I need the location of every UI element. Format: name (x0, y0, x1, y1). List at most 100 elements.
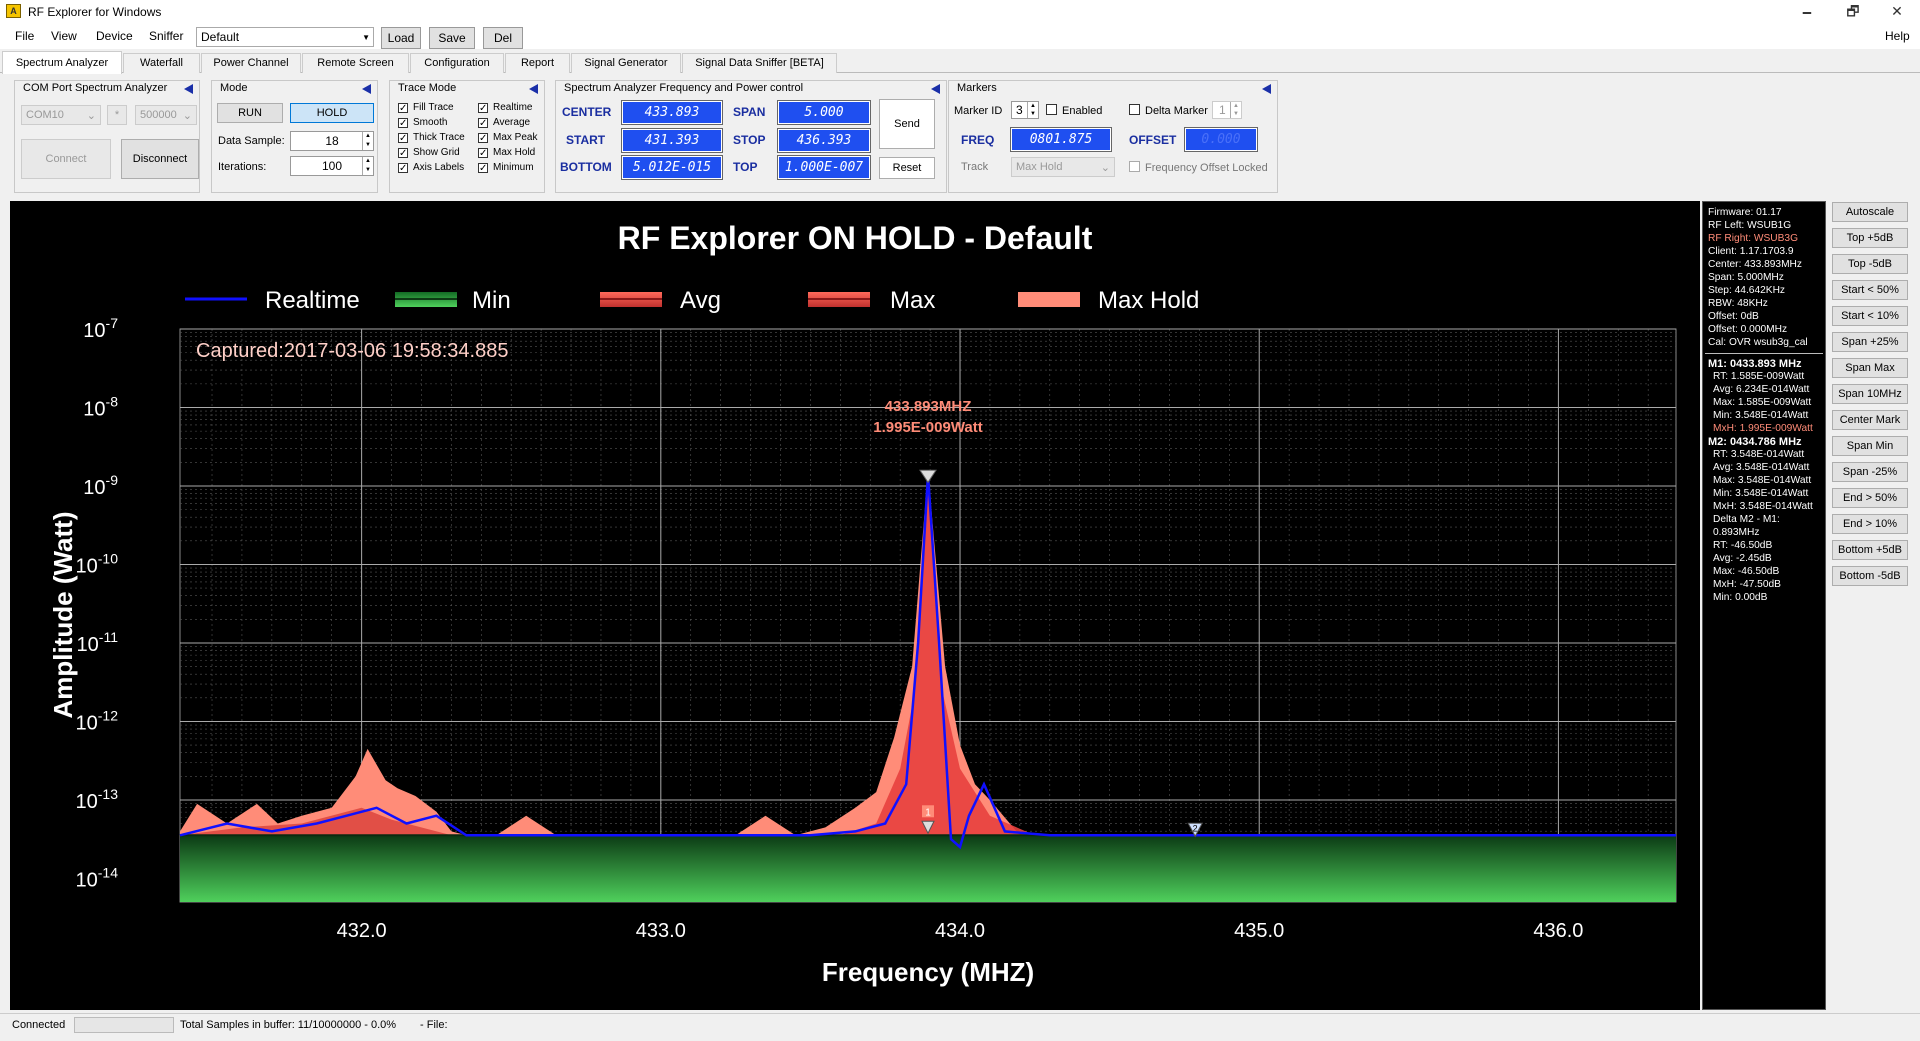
delta-marker-checkbox[interactable] (1129, 104, 1140, 115)
start-label: START (566, 133, 606, 147)
tab-configuration[interactable]: Configuration (410, 53, 504, 73)
trace-option-checkbox[interactable]: ✓ (478, 118, 488, 129)
trace-option-checkbox[interactable]: ✓ (398, 103, 408, 114)
spinner-down-icon[interactable]: ▼ (362, 166, 373, 175)
trace-option-checkbox[interactable]: ✓ (398, 163, 408, 174)
top-field[interactable]: 1.000E-007 (777, 155, 871, 180)
trace-option-checkbox[interactable]: ✓ (478, 133, 488, 144)
spinner-down-icon[interactable]: ▼ (1230, 110, 1241, 118)
start-field[interactable]: 431.393 (621, 128, 723, 153)
tab-report[interactable]: Report (505, 53, 570, 73)
chart-button-top-5db[interactable]: Top +5dB (1832, 228, 1908, 248)
marker-id-field[interactable]: 3 ▲ ▼ (1011, 101, 1039, 119)
delete-button[interactable]: Del (483, 27, 523, 49)
load-button[interactable]: Load (381, 27, 421, 49)
device-info-panel: Firmware: 01.17 RF Left: WSUB1G RF Right: … (1702, 201, 1826, 1010)
spinner-down-icon[interactable]: ▼ (1027, 110, 1038, 118)
marker-info-line: M1: 0433.893 MHz (1708, 358, 1802, 370)
marker-offset-field[interactable]: 0.000 (1184, 127, 1258, 152)
menu-device[interactable]: Device (96, 29, 133, 43)
connect-button[interactable]: Connect (21, 139, 111, 179)
info-line: Cal: OVR wsub3g_cal (1708, 337, 1808, 348)
legend-label: Max Hold (1098, 287, 1199, 314)
legend-swatch-max-hold (1018, 292, 1080, 307)
data-sample-field[interactable]: 18 ▲ ▼ (290, 131, 374, 151)
stop-field[interactable]: 436.393 (777, 128, 871, 153)
refresh-port-button[interactable]: * (107, 105, 127, 125)
center-field[interactable]: 433.893 (621, 100, 723, 125)
chart-button-center-mark[interactable]: Center Mark (1832, 410, 1908, 430)
spinner-up-icon[interactable]: ▲ (1230, 102, 1241, 110)
chart-button-autoscale[interactable]: Autoscale (1832, 202, 1908, 222)
trace-option-checkbox[interactable]: ✓ (478, 163, 488, 174)
collapse-icon[interactable] (184, 84, 193, 94)
tab-power-channel[interactable]: Power Channel (201, 53, 301, 73)
menu-help[interactable]: Help (1885, 29, 1910, 43)
reset-button[interactable]: Reset (879, 157, 935, 179)
collapse-icon[interactable] (362, 84, 371, 94)
save-button[interactable]: Save (429, 27, 475, 49)
close-icon[interactable]: ✕ (1874, 0, 1920, 24)
chart-button-start-50-[interactable]: Start < 50% (1832, 280, 1908, 300)
chevron-down-icon: ⌄ (182, 110, 192, 122)
chart-button-span-25-[interactable]: Span +25% (1832, 332, 1908, 352)
collapse-icon[interactable] (529, 84, 538, 94)
chart-button-bottom-5db[interactable]: Bottom +5dB (1832, 540, 1908, 560)
menu-view[interactable]: View (51, 29, 77, 43)
tab-waterfall[interactable]: Waterfall (123, 53, 200, 73)
trace-option-label: Smooth (413, 117, 448, 128)
spinner-up-icon[interactable]: ▲ (1027, 102, 1038, 110)
run-button[interactable]: RUN (217, 103, 283, 123)
chart-button-bottom-5db[interactable]: Bottom -5dB (1832, 566, 1908, 586)
chart-button-span-10mhz[interactable]: Span 10MHz (1832, 384, 1908, 404)
trace-option-checkbox[interactable]: ✓ (398, 148, 408, 159)
span-field[interactable]: 5.000 (777, 100, 871, 125)
delta-marker-field[interactable]: 1 ▲ ▼ (1212, 101, 1242, 119)
trace-option-checkbox[interactable]: ✓ (398, 118, 408, 129)
chart-button-top-5db[interactable]: Top -5dB (1832, 254, 1908, 274)
hold-button[interactable]: HOLD (290, 103, 374, 123)
trace-option-checkbox[interactable]: ✓ (478, 103, 488, 114)
enabled-checkbox[interactable] (1046, 104, 1057, 115)
com-port-select[interactable]: COM10 ⌄ (21, 105, 101, 125)
offset-locked-checkbox[interactable] (1129, 161, 1140, 172)
chart-button-end-50-[interactable]: End > 50% (1832, 488, 1908, 508)
trace-option-checkbox[interactable]: ✓ (398, 133, 408, 144)
mode-group: Mode RUN HOLD Data Sample: 18 ▲ ▼ Iteratio… (211, 80, 378, 193)
menu-file[interactable]: File (15, 29, 34, 43)
collapse-icon[interactable] (1262, 84, 1271, 94)
bottom-label: BOTTOM (560, 160, 612, 174)
marker-id-value: 3 (1016, 103, 1023, 117)
collapse-icon[interactable] (931, 84, 940, 94)
tab-remote-screen[interactable]: Remote Screen (302, 53, 409, 73)
restore-icon[interactable]: 🗗 (1830, 0, 1876, 24)
disconnect-button[interactable]: Disconnect (121, 139, 199, 179)
y-tick-label: 10-14 (76, 864, 119, 891)
tab-spectrum-analyzer[interactable]: Spectrum Analyzer (2, 51, 122, 74)
tab-signal-data-sniffer[interactable]: Signal Data Sniffer [BETA] (682, 53, 837, 73)
spinner-down-icon[interactable]: ▼ (362, 141, 373, 150)
bottom-field[interactable]: 5.012E-015 (621, 155, 723, 180)
trace-option-checkbox[interactable]: ✓ (478, 148, 488, 159)
spectrum-plot[interactable]: RF Explorer ON HOLD - Default Realtime Min… (10, 201, 1700, 1010)
chart-button-span-min[interactable]: Span Min (1832, 436, 1908, 456)
spinner-up-icon[interactable]: ▲ (362, 132, 373, 141)
menu-sniffer[interactable]: Sniffer (149, 29, 183, 43)
com-port-title: COM Port Spectrum Analyzer (23, 82, 168, 94)
spectrum-chart[interactable]: RF Explorer ON HOLD - Default Realtime Min… (10, 201, 1700, 1010)
profile-select[interactable]: Default ▼ (196, 27, 374, 47)
chart-button-span-max[interactable]: Span Max (1832, 358, 1908, 378)
iterations-field[interactable]: 100 ▲ ▼ (290, 156, 374, 176)
track-select[interactable]: Max Hold ⌄ (1011, 157, 1115, 177)
minimize-icon[interactable]: 🗕 (1784, 0, 1830, 24)
chart-button-start-10-[interactable]: Start < 10% (1832, 306, 1908, 326)
marker-freq-field[interactable]: 0801.875 (1010, 127, 1112, 152)
send-button[interactable]: Send (879, 99, 935, 149)
chart-button-end-10-[interactable]: End > 10% (1832, 514, 1908, 534)
chart-button-span-25-[interactable]: Span -25% (1832, 462, 1908, 482)
tab-signal-generator[interactable]: Signal Generator (571, 53, 681, 73)
offset-locked-label: Frequency Offset Locked (1145, 162, 1268, 174)
baud-rate-select[interactable]: 500000 ⌄ (135, 105, 197, 125)
chevron-down-icon: ⌄ (86, 110, 96, 122)
spinner-up-icon[interactable]: ▲ (362, 157, 373, 166)
